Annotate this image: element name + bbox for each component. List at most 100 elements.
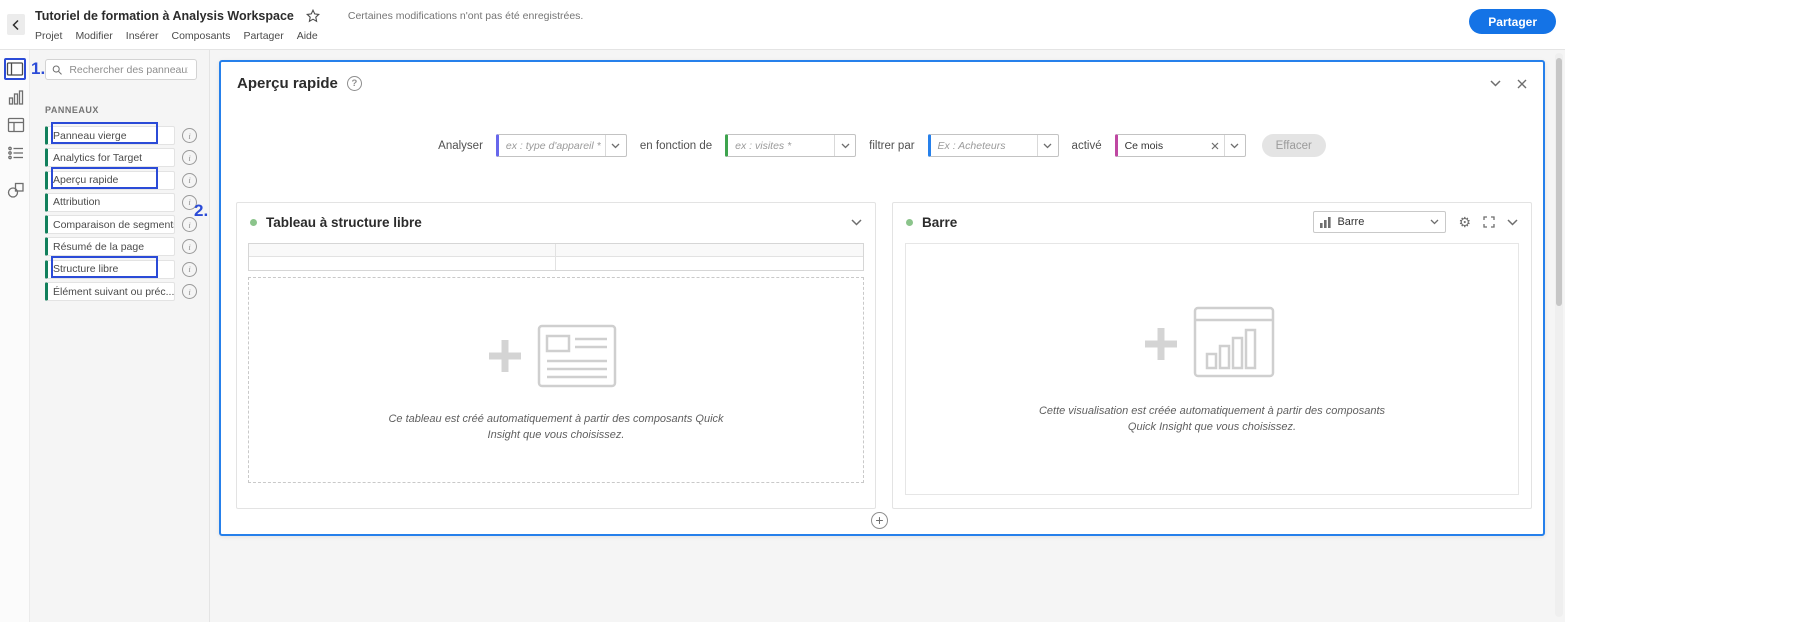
quick-insights-filter-bar: Analyser ex : type d'appareil * en fonct…: [221, 134, 1543, 157]
analysis-workspace-app: Tutoriel de formation à Analysis Workspa…: [0, 0, 1565, 622]
viz-type-dropdown[interactable]: Barre: [1313, 211, 1446, 233]
share-button[interactable]: Partager: [1469, 9, 1556, 34]
panel-chip: Panneau vierge: [45, 126, 175, 145]
date-range-value: Ce mois: [1118, 140, 1206, 152]
status-dot-icon: [906, 219, 913, 226]
clear-button[interactable]: Effacer: [1262, 134, 1326, 157]
close-panel-icon[interactable]: [1517, 79, 1527, 89]
table-placeholder-illustration: [481, 316, 631, 396]
menu-item-projet[interactable]: Projet: [35, 30, 62, 42]
table-header-cell: [249, 257, 556, 270]
metric-dropdown[interactable]: ex : visites *: [725, 134, 856, 157]
info-icon[interactable]: i: [182, 173, 197, 188]
dimension-placeholder: ex : type d'appareil *: [499, 140, 605, 152]
menu-item-aide[interactable]: Aide: [297, 30, 318, 42]
project-title-row: Tutoriel de formation à Analysis Workspa…: [35, 9, 583, 23]
info-icon[interactable]: i: [182, 128, 197, 143]
fullscreen-icon[interactable]: [1483, 216, 1495, 228]
add-visualization-button[interactable]: +: [871, 512, 888, 529]
quick-insights-header: Aperçu rapide ?: [221, 62, 1543, 92]
panel-search-box[interactable]: [45, 59, 197, 80]
quick-insights-panel: Aperçu rapide ? Analyser: [219, 60, 1545, 536]
panel-search-input[interactable]: [67, 63, 190, 77]
freeform-table-card: Tableau à structure libre: [236, 202, 876, 509]
rail-visualizations-icon[interactable]: [5, 87, 27, 109]
left-rail: [0, 50, 30, 622]
rail-panels-icon[interactable]: [4, 58, 26, 80]
info-icon[interactable]: i: [182, 217, 197, 232]
bar-viz-dropzone[interactable]: Cette visualisation est créée automatiqu…: [905, 243, 1519, 495]
panel-item-element-suivant[interactable]: Élément suivant ou préc... i: [45, 282, 197, 301]
panel-chip: Attribution: [45, 193, 175, 212]
panel-item-structure-libre[interactable]: Structure libre i: [45, 260, 197, 279]
menu-item-composants[interactable]: Composants: [171, 30, 230, 42]
topbar: Tutoriel de formation à Analysis Workspa…: [0, 0, 1565, 50]
rail-table-icon[interactable]: [5, 114, 27, 136]
date-range-dropdown[interactable]: Ce mois: [1115, 134, 1246, 157]
chevron-down-icon: [834, 135, 855, 156]
freeform-table-header: [248, 243, 864, 271]
freeform-card-title: Tableau à structure libre: [266, 215, 422, 230]
panel-chip: Analytics for Target: [45, 148, 175, 167]
panel-title: Aperçu rapide: [237, 75, 338, 92]
project-title: Tutoriel de formation à Analysis Workspa…: [35, 9, 294, 23]
freeform-table-dropzone[interactable]: Ce tableau est créé automatiquement à pa…: [248, 277, 864, 483]
segment-placeholder: Ex : Acheteurs: [931, 140, 1037, 152]
panel-chip: Comparaison de segments: [45, 215, 175, 234]
chevron-left-icon: [11, 19, 21, 31]
chevron-down-icon: [605, 135, 626, 156]
menu-item-modifier[interactable]: Modifier: [75, 30, 112, 42]
bar-visualization-card: Barre Barre ⚙: [892, 202, 1532, 509]
vertical-scrollbar: [1555, 53, 1563, 617]
content-area: PANNEAUX Panneau vierge i Analytics for …: [0, 50, 1565, 622]
panel-chip: Résumé de la page: [45, 237, 175, 256]
bar-card-actions: Barre ⚙: [1313, 211, 1518, 233]
settings-gear-icon[interactable]: ⚙: [1458, 215, 1471, 229]
star-favorite-icon[interactable]: [306, 9, 320, 23]
clear-date-icon[interactable]: [1206, 142, 1224, 150]
panel-chip: Structure libre: [45, 260, 175, 279]
panel-list: Panneau vierge i Analytics for Target i …: [45, 126, 197, 301]
info-icon[interactable]: i: [182, 262, 197, 277]
table-header-cell: [556, 257, 863, 270]
by-label: en fonction de: [640, 140, 712, 152]
workspace-canvas: Aperçu rapide ? Analyser: [210, 50, 1565, 622]
bar-card-header: Barre Barre ⚙: [893, 203, 1531, 241]
panels-section-label: PANNEAUX: [45, 105, 197, 115]
menu-item-partager[interactable]: Partager: [243, 30, 283, 42]
freeform-card-header: Tableau à structure libre: [237, 203, 875, 241]
panel-item-panneau-vierge[interactable]: Panneau vierge i: [45, 126, 197, 145]
collapse-card-icon[interactable]: [1507, 219, 1518, 226]
panel-item-attribution[interactable]: Attribution i: [45, 193, 197, 212]
panel-item-apercu-rapide[interactable]: Aperçu rapide i: [45, 171, 197, 190]
segment-dropdown[interactable]: Ex : Acheteurs: [928, 134, 1059, 157]
analyze-label: Analyser: [438, 140, 483, 152]
rail-components-icon[interactable]: [5, 142, 27, 164]
panel-header-actions: [1490, 79, 1527, 89]
panels-sidebar: PANNEAUX Panneau vierge i Analytics for …: [30, 50, 210, 622]
menu-item-inserer[interactable]: Insérer: [126, 30, 159, 42]
info-icon[interactable]: i: [182, 239, 197, 254]
panel-item-resume-de-la-page[interactable]: Résumé de la page i: [45, 237, 197, 256]
enabled-label: activé: [1072, 140, 1102, 152]
info-icon[interactable]: i: [182, 284, 197, 299]
collapse-panel-icon[interactable]: [1490, 80, 1501, 87]
quick-insights-cards: Tableau à structure libre: [236, 202, 1532, 509]
menubar: Projet Modifier Insérer Composants Parta…: [35, 30, 318, 42]
collapse-card-icon[interactable]: [851, 219, 862, 226]
dimension-dropdown[interactable]: ex : type d'appareil *: [496, 134, 627, 157]
help-icon[interactable]: ?: [347, 76, 362, 91]
info-icon[interactable]: i: [182, 195, 197, 210]
chevron-down-icon: [1037, 135, 1058, 156]
table-header-cell: [249, 244, 556, 257]
search-icon: [52, 64, 62, 76]
filter-by-label: filtrer par: [869, 140, 914, 152]
back-button[interactable]: [7, 14, 25, 35]
bar-card-title: Barre: [922, 215, 957, 230]
panel-item-comparaison-de-segments[interactable]: Comparaison de segments i: [45, 215, 197, 234]
rail-shapes-icon[interactable]: [5, 179, 27, 201]
bar-card-caption: Cette visualisation est créée automatiqu…: [1038, 404, 1386, 436]
panel-item-analytics-for-target[interactable]: Analytics for Target i: [45, 148, 197, 167]
info-icon[interactable]: i: [182, 150, 197, 165]
scrollbar-thumb[interactable]: [1556, 58, 1562, 306]
